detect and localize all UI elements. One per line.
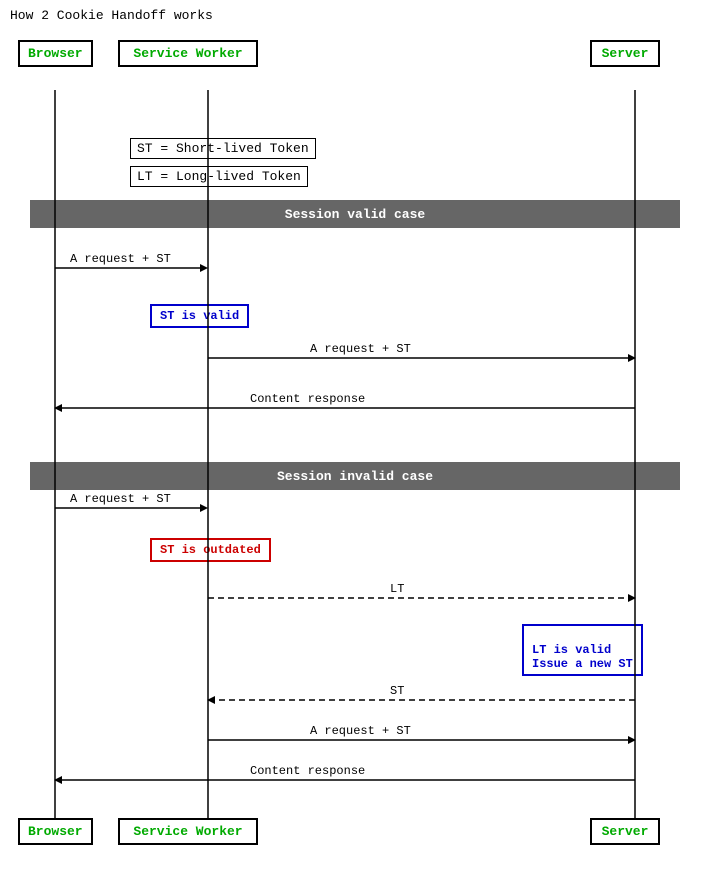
svg-text:A request + ST: A request + ST	[310, 342, 411, 356]
section-invalid: Session invalid case	[30, 462, 680, 490]
note-lt-valid: LT is valid Issue a new ST	[522, 624, 643, 676]
diagram-container: How 2 Cookie Handoff works Browser Servi…	[0, 0, 710, 872]
note-st-valid: ST is valid	[150, 304, 249, 328]
actor-service-worker-bottom: Service Worker	[118, 818, 258, 845]
arrows-svg: A request + ST A request + ST Content re…	[0, 0, 710, 872]
note-st-outdated: ST is outdated	[150, 538, 271, 562]
actor-browser-top: Browser	[18, 40, 93, 67]
actor-browser-bottom: Browser	[18, 818, 93, 845]
svg-text:A request + ST: A request + ST	[70, 492, 171, 506]
svg-text:A request + ST: A request + ST	[310, 724, 411, 738]
st-definition: ST = Short-lived Token	[130, 138, 316, 159]
svg-text:ST: ST	[390, 684, 404, 698]
diagram-title: How 2 Cookie Handoff works	[10, 8, 213, 23]
svg-text:Content response: Content response	[250, 392, 365, 406]
actor-server-bottom: Server	[590, 818, 660, 845]
lt-definition: LT = Long-lived Token	[130, 166, 308, 187]
svg-text:A request + ST: A request + ST	[70, 252, 171, 266]
actor-service-worker-top: Service Worker	[118, 40, 258, 67]
actor-server-top: Server	[590, 40, 660, 67]
section-valid: Session valid case	[30, 200, 680, 228]
svg-text:Content response: Content response	[250, 764, 365, 778]
svg-text:LT: LT	[390, 582, 404, 596]
